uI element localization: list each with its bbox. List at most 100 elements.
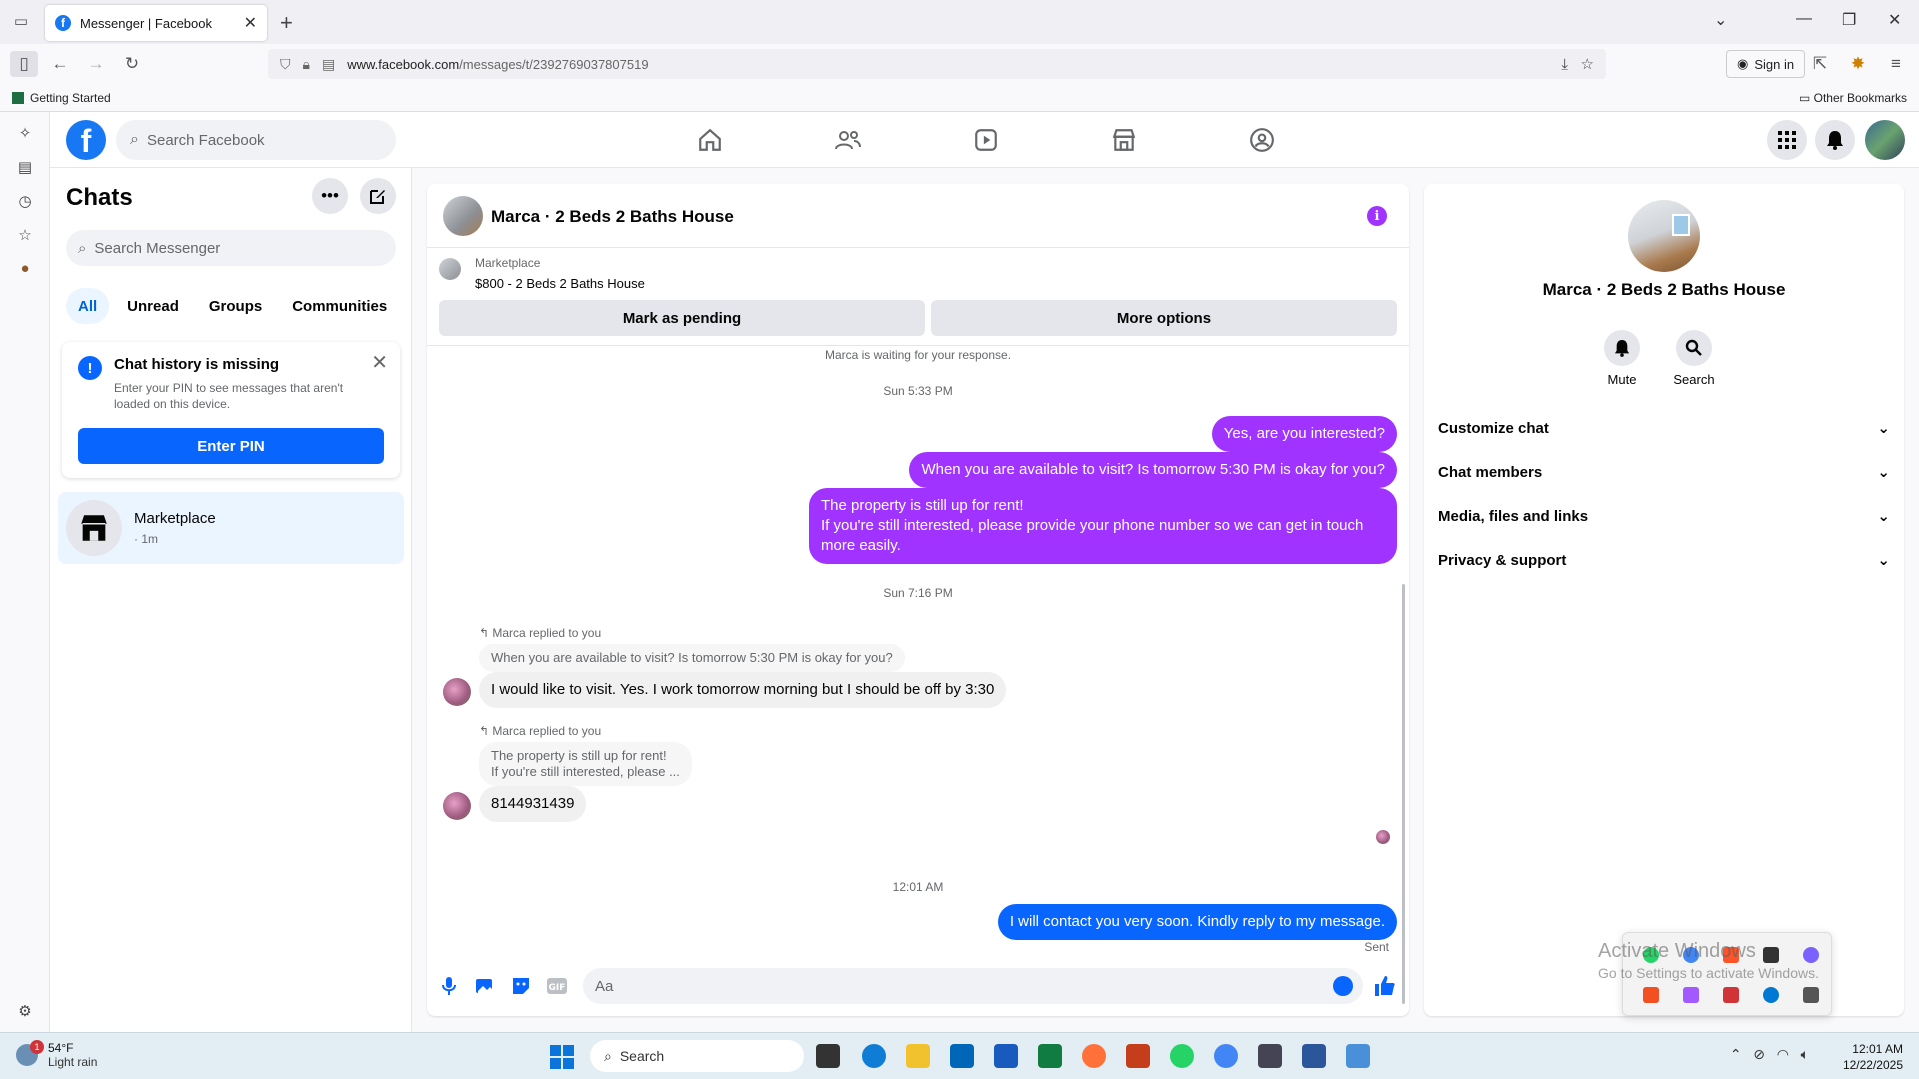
file-explorer-icon[interactable] [906,1044,930,1068]
chat-members-section[interactable]: Chat members ⌄ [1438,454,1890,490]
conversation-list-item[interactable]: Marketplace · 1m [58,492,404,564]
taskbar-clock[interactable]: 12:01 AM 12/22/2025 [1843,1041,1903,1073]
sign-in-button[interactable]: ◉ Sign in [1726,50,1806,78]
back-button[interactable]: ← [46,51,74,77]
tab-list-icon[interactable]: ▭ [10,12,32,32]
ai-chat-icon[interactable]: ✧ [14,124,36,146]
copilot-tray-icon[interactable] [1803,947,1819,963]
conversation-title[interactable]: Marca · 2 Beds 2 Baths House [491,207,734,227]
store-icon[interactable] [950,1044,974,1068]
bookmark-star-icon[interactable]: ⤓ ☆ [1561,55,1594,73]
facebook-search-input[interactable]: ⌕ Search Facebook [116,120,396,160]
settings-gear-icon[interactable]: ⚙ [14,1002,36,1024]
start-button[interactable] [550,1045,574,1069]
bookmark-other[interactable]: ▭ Other Bookmarks [1799,91,1907,105]
emoji-icon[interactable] [1333,976,1353,996]
outgoing-message[interactable]: Yes, are you interested? [1211,416,1397,452]
filter-unread[interactable]: Unread [115,288,191,324]
cookie-extension-icon[interactable]: ● [14,260,36,282]
scrollbar[interactable] [1402,584,1405,1004]
info-icon[interactable]: i [1367,206,1387,226]
notifications-bell-icon[interactable] [1815,120,1855,160]
drive-tray-icon[interactable] [1803,987,1819,1003]
sticker-icon[interactable] [509,974,533,998]
listing-title[interactable]: $800 - 2 Beds 2 Baths House [475,276,645,291]
pdf-tray-icon[interactable] [1723,987,1739,1003]
filter-groups[interactable]: Groups [197,288,274,324]
excel-icon[interactable] [1038,1044,1062,1068]
synced-tabs-icon[interactable]: ▤ [14,158,36,180]
taskview-icon[interactable] [816,1044,840,1068]
system-tray-icons[interactable]: ⌃ ⊘ ◠ 🔈︎ [1730,1046,1809,1063]
url-bar[interactable]: ⛉ 🔒︎ ▤ www.facebook.com/messages/t/23927… [268,49,1606,79]
more-options-button[interactable]: More options [931,300,1397,336]
menu-grid-icon[interactable] [1767,120,1807,160]
chrome-icon[interactable] [1214,1044,1238,1068]
browser-tab-messenger[interactable]: f Messenger | Facebook ✕ [45,5,267,41]
message-input[interactable]: Aa [583,968,1363,1004]
privacy-support-section[interactable]: Privacy & support ⌄ [1438,542,1890,578]
weather-widget[interactable]: 1 54°F Light rain [16,1040,97,1069]
usb-tray-icon[interactable] [1763,947,1779,963]
powerpoint-icon[interactable] [1126,1044,1150,1068]
permissions-icon[interactable]: ▤ [322,56,335,73]
bookmarks-icon[interactable]: ☆ [14,226,36,248]
video-nav-icon[interactable] [966,120,1006,160]
outgoing-message[interactable]: The property is still up for rent! If yo… [809,488,1397,564]
customize-chat-section[interactable]: Customize chat ⌄ [1438,410,1890,446]
chats-options-button[interactable]: ••• [312,178,348,214]
extensions-icon[interactable]: ⇱ [1806,51,1834,77]
filter-communities[interactable]: Communities [280,288,399,324]
app-icon[interactable] [1258,1044,1282,1068]
bookmark-getting-started[interactable]: Getting Started [12,91,111,105]
shield-icon[interactable]: ⛉ [280,56,291,73]
outgoing-message[interactable]: I will contact you very soon. Kindly rep… [997,904,1397,940]
new-tab-button[interactable]: + [280,10,293,36]
new-message-button[interactable] [360,178,396,214]
facebook-logo-icon[interactable]: f [66,120,106,160]
extension-badge-icon[interactable]: ✸ [1844,51,1872,77]
profile-avatar[interactable] [1865,120,1905,160]
close-icon[interactable]: ✕ [371,350,388,375]
office-tray-icon[interactable] [1643,987,1659,1003]
media-files-links-section[interactable]: Media, files and links ⌄ [1438,498,1890,534]
thumbs-up-icon[interactable] [1373,974,1397,998]
search-conversation-button[interactable]: Search [1654,330,1734,387]
quoted-message[interactable]: The property is still up for rent! If yo… [479,742,692,786]
tab-overflow-icon[interactable]: ⌄ [1714,10,1727,30]
marketplace-nav-icon[interactable] [1104,120,1144,160]
edge-icon[interactable] [862,1044,886,1068]
firefox-icon[interactable] [1082,1044,1106,1068]
sender-avatar[interactable] [443,792,471,820]
outgoing-message[interactable]: When you are available to visit? Is tomo… [909,452,1397,488]
microphone-icon[interactable] [437,974,461,998]
mark-as-pending-button[interactable]: Mark as pending [439,300,925,336]
notepad-icon[interactable] [1346,1044,1370,1068]
friends-nav-icon[interactable] [828,120,868,160]
forward-button[interactable]: → [82,51,110,77]
history-icon[interactable]: ◷ [14,192,36,214]
pen-tray-icon[interactable] [1683,987,1699,1003]
reload-button[interactable]: ↻ [118,51,146,77]
sidebar-toggle-icon[interactable]: ▯ [10,51,38,77]
calculator-icon[interactable] [1302,1044,1326,1068]
groups-nav-icon[interactable] [1242,120,1282,160]
brave-tray-icon[interactable] [1723,947,1739,963]
taskbar-search[interactable]: ⌕ Search [590,1040,804,1072]
quoted-message[interactable]: When you are available to visit? Is tomo… [479,644,905,672]
whatsapp-tray-icon[interactable] [1643,947,1659,963]
photo-icon[interactable] [473,974,497,998]
chrome-tray-icon[interactable] [1683,947,1699,963]
mute-button[interactable]: Mute [1582,330,1662,387]
home-nav-icon[interactable] [690,120,730,160]
enter-pin-button[interactable]: Enter PIN [78,428,384,464]
security-tray-icon[interactable] [1763,987,1779,1003]
gif-icon[interactable]: GIF [545,974,569,998]
conversation-avatar[interactable] [443,196,483,236]
restore-button[interactable]: ❐ [1842,10,1856,30]
incoming-message[interactable]: 8144931439 [479,786,587,822]
word-icon[interactable] [994,1044,1018,1068]
whatsapp-icon[interactable] [1170,1044,1194,1068]
sender-avatar[interactable] [443,678,471,706]
menu-icon[interactable]: ≡ [1882,51,1910,77]
